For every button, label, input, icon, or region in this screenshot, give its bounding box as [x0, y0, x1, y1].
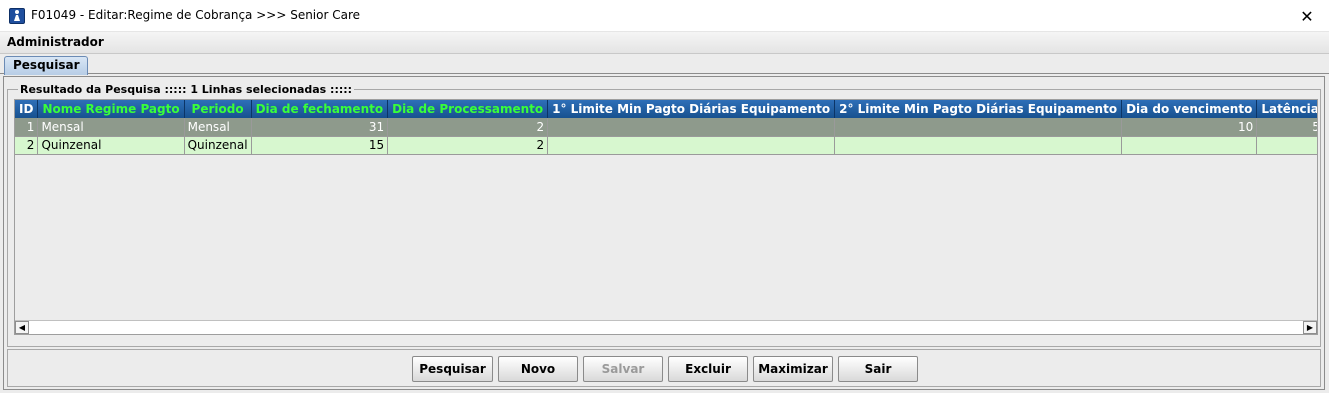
column-header-limite1[interactable]: 1° Limite Min Pagto Diárias Equipamento — [547, 100, 836, 118]
column-header-id[interactable]: ID — [15, 100, 39, 118]
cell-fechamento[interactable]: 31 — [251, 118, 389, 137]
cell-id[interactable]: 1 — [15, 118, 39, 137]
cell-limite1[interactable] — [547, 118, 836, 137]
column-header-processamento[interactable]: Dia de Processamento — [387, 100, 549, 118]
cell-processamento[interactable]: 2 — [387, 118, 549, 137]
salvar-button[interactable]: Salvar — [583, 356, 663, 382]
close-button[interactable]: ✕ — [1285, 0, 1329, 32]
window-title: F01049 - Editar:Regime de Cobrança >>> S… — [31, 8, 361, 22]
table-row[interactable]: 2 Quinzenal Quinzenal 15 2 — [15, 136, 1317, 155]
tab-pesquisar[interactable]: Pesquisar — [4, 56, 89, 75]
pesquisar-button[interactable]: Pesquisar — [412, 356, 493, 382]
scroll-left-icon[interactable]: ◀ — [15, 321, 29, 334]
table-row[interactable]: 1 Mensal Mensal 31 2 10 5 — [15, 118, 1317, 137]
cell-nome[interactable]: Mensal — [37, 118, 185, 137]
close-icon: ✕ — [1300, 6, 1314, 26]
cell-limite2[interactable] — [834, 136, 1123, 155]
cell-latencia[interactable]: 5 — [1256, 118, 1317, 137]
user-bar: Administrador — [0, 32, 1329, 54]
cell-id[interactable]: 2 — [15, 136, 39, 155]
excluir-button[interactable]: Excluir — [668, 356, 748, 382]
cell-vencimento[interactable] — [1121, 136, 1258, 155]
column-header-latencia[interactable]: Latência — [1256, 100, 1317, 118]
tab-strip: Pesquisar — [0, 54, 1329, 75]
column-header-limite2[interactable]: 2° Limite Min Pagto Diárias Equipamento — [834, 100, 1123, 118]
results-group-title: Resultado da Pesquisa ::::: 1 Linhas sel… — [18, 83, 355, 96]
cell-limite1[interactable] — [547, 136, 836, 155]
column-header-periodo[interactable]: Periodo — [184, 100, 252, 118]
cell-latencia[interactable] — [1256, 136, 1317, 155]
button-bar: Pesquisar Novo Salvar Excluir Maximizar … — [7, 349, 1321, 387]
table-header-row: ID Nome Regime Pagto Periodo Dia de fech… — [15, 100, 1317, 118]
user-name: Administrador — [7, 35, 104, 49]
scroll-right-icon[interactable]: ▶ — [1303, 321, 1317, 334]
content-panel: Resultado da Pesquisa ::::: 1 Linhas sel… — [3, 76, 1325, 390]
cell-vencimento[interactable]: 10 — [1121, 118, 1258, 137]
cell-processamento[interactable]: 2 — [387, 136, 549, 155]
column-header-vencimento[interactable]: Dia do vencimento — [1121, 100, 1258, 118]
maximizar-button[interactable]: Maximizar — [753, 356, 833, 382]
title-bar: F01049 - Editar:Regime de Cobrança >>> S… — [0, 0, 1329, 32]
column-header-fechamento[interactable]: Dia de fechamento — [251, 100, 389, 118]
cell-fechamento[interactable]: 15 — [251, 136, 389, 155]
cell-periodo[interactable]: Quinzenal — [184, 136, 252, 155]
cell-periodo[interactable]: Mensal — [184, 118, 252, 137]
horizontal-scrollbar[interactable]: ◀ ▶ — [15, 320, 1317, 334]
column-header-nome[interactable]: Nome Regime Pagto — [37, 100, 185, 118]
app-icon — [9, 8, 25, 24]
cell-limite2[interactable] — [834, 118, 1123, 137]
scroll-track[interactable] — [30, 322, 1302, 333]
sair-button[interactable]: Sair — [838, 356, 918, 382]
novo-button[interactable]: Novo — [498, 356, 578, 382]
results-group: Resultado da Pesquisa ::::: 1 Linhas sel… — [7, 83, 1321, 347]
cell-nome[interactable]: Quinzenal — [37, 136, 185, 155]
results-table: ID Nome Regime Pagto Periodo Dia de fech… — [14, 99, 1318, 335]
